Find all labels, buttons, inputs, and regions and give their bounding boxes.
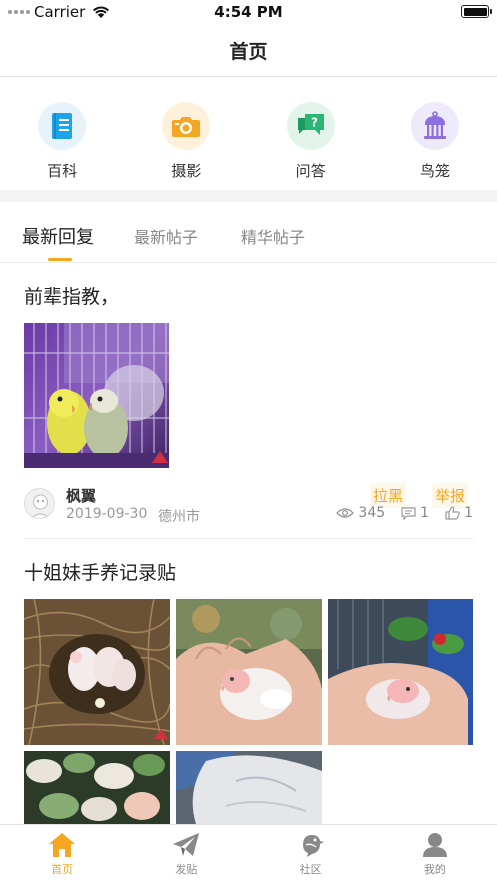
camera-icon <box>162 102 211 150</box>
post-stats: 345 1 1 <box>336 505 473 521</box>
user-icon <box>422 833 447 857</box>
post-photo-hand-chick[interactable] <box>176 599 322 745</box>
battery-icon <box>461 5 492 18</box>
comment-icon <box>401 506 416 520</box>
view-count: 345 <box>358 505 386 521</box>
post-photo-plants[interactable] <box>24 751 170 824</box>
book-icon <box>38 102 87 150</box>
post-photo-cloth[interactable] <box>176 751 322 824</box>
category-label: 问答 <box>295 162 326 180</box>
tab-latest-posts[interactable]: 最新帖子 <box>134 224 198 248</box>
tab-latest-replies[interactable]: 最新回复 <box>22 223 94 249</box>
thumbs-up-icon <box>445 506 460 520</box>
tabbar-community[interactable]: 社区 <box>249 825 373 883</box>
tabbar-post[interactable]: 发贴 <box>124 825 248 883</box>
category-label: 摄影 <box>171 162 202 180</box>
post-photo-palm-chick[interactable] <box>328 599 473 745</box>
birdcage-icon <box>410 102 459 150</box>
category-label: 鸟笼 <box>419 162 450 180</box>
tabbar-label: 我的 <box>423 863 446 876</box>
post-title[interactable]: 前辈指教， <box>24 282 119 309</box>
section-divider <box>0 190 497 202</box>
tabbar-me[interactable]: 我的 <box>373 825 497 883</box>
paper-plane-icon <box>173 833 200 856</box>
feed-tabs: 最新回复 最新帖子 精华帖子 <box>0 202 497 263</box>
post-date: 2019-09-30 <box>66 506 148 522</box>
tabbar-label: 发贴 <box>175 863 198 876</box>
post-photo-budgies[interactable] <box>24 323 169 468</box>
category-grid: 百科 摄影 ? 问答 鸟笼 <box>0 78 497 190</box>
category-birdcage[interactable]: 鸟笼 <box>373 78 497 190</box>
svg-text:?: ? <box>311 116 318 130</box>
post-title[interactable]: 十姐妹手养记录贴 <box>24 558 176 585</box>
category-label: 百科 <box>47 162 78 180</box>
like-count: 1 <box>464 505 473 521</box>
page-title: 首页 <box>229 40 268 63</box>
comment-count: 1 <box>420 505 430 521</box>
eye-icon <box>336 508 355 518</box>
tabbar-home[interactable]: 首页 <box>0 825 124 883</box>
post-photo-nest[interactable] <box>24 599 170 745</box>
author-name[interactable]: 枫翼 <box>66 485 96 506</box>
tab-featured-posts[interactable]: 精华帖子 <box>241 224 305 248</box>
nav-bar: 首页 <box>0 24 497 77</box>
tabbar-label: 首页 <box>51 863 74 876</box>
category-qa[interactable]: ? 问答 <box>249 78 373 190</box>
bottom-tab-bar: 首页 发贴 社区 我的 <box>0 824 497 883</box>
avatar[interactable] <box>24 488 55 519</box>
tab-active-indicator <box>48 258 72 261</box>
status-time: 4:54 PM <box>214 3 283 21</box>
bird-icon <box>302 835 324 857</box>
qa-bubble-icon: ? <box>286 102 335 150</box>
post-location: 德州市 <box>158 509 200 525</box>
post-author-row: 枫翼 2019-09-30 德州市 拉黑 举报 345 1 1 <box>24 483 473 525</box>
post-divider <box>24 538 473 539</box>
category-encyclopedia[interactable]: 百科 <box>0 78 124 190</box>
status-bar: Carrier 4:54 PM <box>0 0 497 24</box>
tabbar-label: 社区 <box>299 863 322 876</box>
category-photography[interactable]: 摄影 <box>124 78 248 190</box>
home-icon <box>49 833 76 857</box>
